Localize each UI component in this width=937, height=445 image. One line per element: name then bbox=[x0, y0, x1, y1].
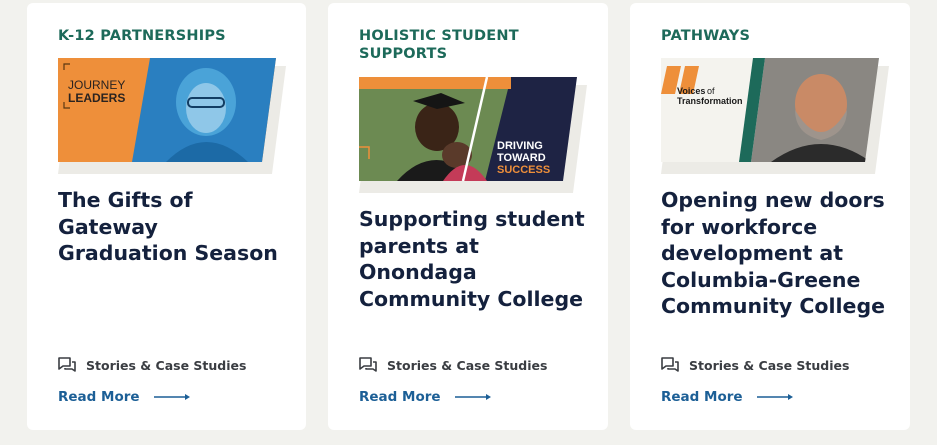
card-meta-label: Stories & Case Studies bbox=[387, 357, 548, 373]
image-text-voices: Voices bbox=[677, 86, 705, 96]
chat-bubbles-icon bbox=[359, 357, 377, 372]
card-meta-label: Stories & Case Studies bbox=[689, 357, 850, 373]
chat-bubbles-icon bbox=[58, 357, 76, 372]
arrow-right-icon bbox=[454, 394, 491, 400]
journey-leaders-image: JOURNEY LEADERS bbox=[58, 58, 286, 174]
read-more-link[interactable]: Read More bbox=[661, 389, 793, 405]
arrow-right-icon bbox=[153, 394, 190, 400]
read-more-label[interactable]: Read More bbox=[58, 389, 140, 405]
card-category[interactable]: HOLISTIC STUDENT SUPPORTS bbox=[359, 27, 579, 63]
card-category[interactable]: PATHWAYS bbox=[661, 27, 881, 45]
read-more-link[interactable]: Read More bbox=[359, 389, 491, 405]
story-card[interactable]: PATHWAYS Voices of Transformation Openin… bbox=[630, 3, 910, 430]
image-text-toward: TOWARD bbox=[497, 152, 546, 164]
image-text-driving: DRIVING bbox=[497, 140, 543, 152]
card-meta: Stories & Case Studies bbox=[661, 357, 849, 373]
image-text-leaders: LEADERS bbox=[68, 91, 125, 105]
driving-toward-success-image: DRIVING TOWARD SUCCESS bbox=[359, 77, 587, 193]
story-card[interactable]: HOLISTIC STUDENT SUPPORTS DRIVING TOWARD… bbox=[328, 3, 608, 430]
card-meta-label: Stories & Case Studies bbox=[86, 357, 247, 373]
image-text-journey: JOURNEY bbox=[68, 78, 125, 92]
read-more-label[interactable]: Read More bbox=[359, 389, 441, 405]
image-text-of: of bbox=[707, 86, 715, 96]
card-meta: Stories & Case Studies bbox=[359, 357, 547, 373]
card-image[interactable]: JOURNEY LEADERS bbox=[58, 58, 286, 174]
voices-of-transformation-image: Voices of Transformation bbox=[661, 58, 889, 174]
card-image[interactable]: DRIVING TOWARD SUCCESS bbox=[359, 77, 587, 193]
card-title[interactable]: Opening new doors for workforce developm… bbox=[661, 187, 893, 320]
arrow-right-icon bbox=[756, 394, 793, 400]
read-more-label[interactable]: Read More bbox=[661, 389, 743, 405]
story-card[interactable]: K-12 PARTNERSHIPS JOURNEY LEADERS The Gi… bbox=[27, 3, 306, 430]
image-text-success: SUCCESS bbox=[497, 164, 550, 176]
card-title[interactable]: Supporting student parents at Onondaga C… bbox=[359, 206, 591, 312]
read-more-link[interactable]: Read More bbox=[58, 389, 190, 405]
card-title[interactable]: The Gifts of Gateway Graduation Season bbox=[58, 187, 290, 267]
card-image[interactable]: Voices of Transformation bbox=[661, 58, 889, 174]
chat-bubbles-icon bbox=[661, 357, 679, 372]
card-category[interactable]: K-12 PARTNERSHIPS bbox=[58, 27, 278, 45]
image-text-transformation: Transformation bbox=[677, 96, 743, 106]
card-meta: Stories & Case Studies bbox=[58, 357, 246, 373]
